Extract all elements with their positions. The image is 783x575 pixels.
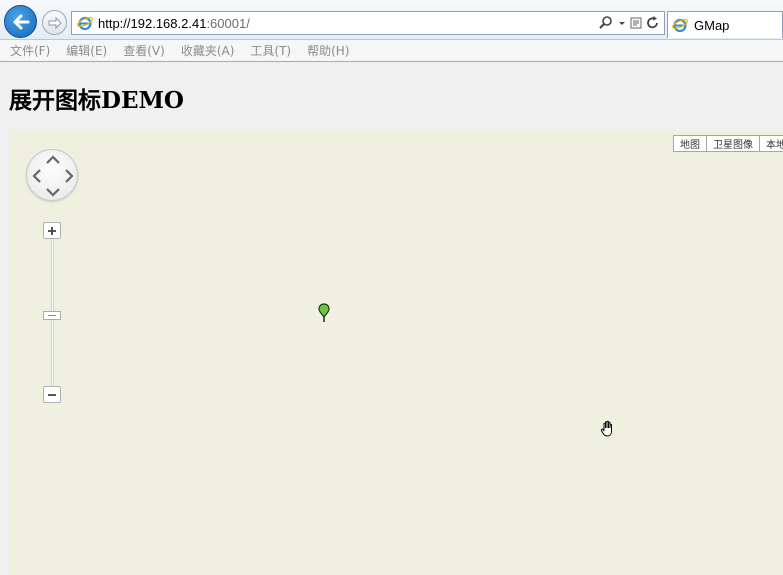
plus-icon [48, 226, 56, 235]
browser-tab[interactable]: GMap [667, 11, 783, 38]
forward-arrow-icon [48, 16, 62, 29]
forward-button[interactable] [42, 10, 67, 35]
refresh-icon[interactable] [646, 15, 660, 31]
url-text: http://192.168.2.41:60001/ [98, 16, 250, 31]
map-canvas[interactable]: 地图 卫星图像 本地数 [9, 130, 783, 575]
map-type-control: 地图 卫星图像 本地数 [673, 135, 783, 152]
hand-cursor-icon [600, 420, 612, 437]
url-host: http://192.168.2.41 [98, 15, 207, 31]
menu-help[interactable]: 帮助(H) [307, 42, 349, 59]
back-arrow-icon [13, 14, 29, 29]
page-title: 展开图标DEMO [9, 87, 184, 114]
zoom-in-button[interactable] [43, 222, 61, 239]
pan-control[interactable] [26, 149, 78, 201]
dropdown-arrow-icon[interactable] [618, 15, 626, 31]
address-bar[interactable]: http://192.168.2.41:60001/ [71, 11, 665, 35]
browser-window: http://192.168.2.41:60001/ GMap 文件(F) 编辑… [0, 0, 783, 575]
compatibility-view-icon[interactable] [630, 15, 642, 31]
map-type-roadmap[interactable]: 地图 [673, 135, 707, 152]
menu-tools[interactable]: 工具(T) [250, 42, 291, 59]
address-tools [598, 15, 660, 31]
menu-file[interactable]: 文件(F) [10, 42, 50, 59]
menu-bar: 文件(F) 编辑(E) 查看(V) 收藏夹(A) 工具(T) 帮助(H) [0, 40, 783, 62]
url-port-path: :60001/ [206, 15, 250, 31]
browser-toolbar: http://192.168.2.41:60001/ GMap [0, 0, 783, 40]
menu-view[interactable]: 查看(V) [123, 42, 165, 59]
map-type-satellite[interactable]: 卫星图像 [706, 135, 760, 152]
tab-title: GMap [694, 17, 730, 33]
minus-icon [48, 393, 56, 396]
internet-explorer-icon [77, 16, 93, 31]
pan-arrows-icon [32, 155, 74, 197]
search-icon[interactable] [598, 15, 614, 31]
menu-favorites[interactable]: 收藏夹(A) [181, 42, 235, 59]
menu-edit[interactable]: 编辑(E) [66, 42, 107, 59]
zoom-slider-handle[interactable] [43, 311, 61, 320]
page-content: 展开图标DEMO 地图 卫星图像 本地数 [0, 63, 783, 575]
internet-explorer-icon [672, 18, 688, 33]
map-marker-icon[interactable] [318, 303, 330, 323]
map-type-local[interactable]: 本地数 [759, 135, 783, 152]
back-button[interactable] [4, 5, 37, 38]
zoom-out-button[interactable] [43, 386, 61, 403]
